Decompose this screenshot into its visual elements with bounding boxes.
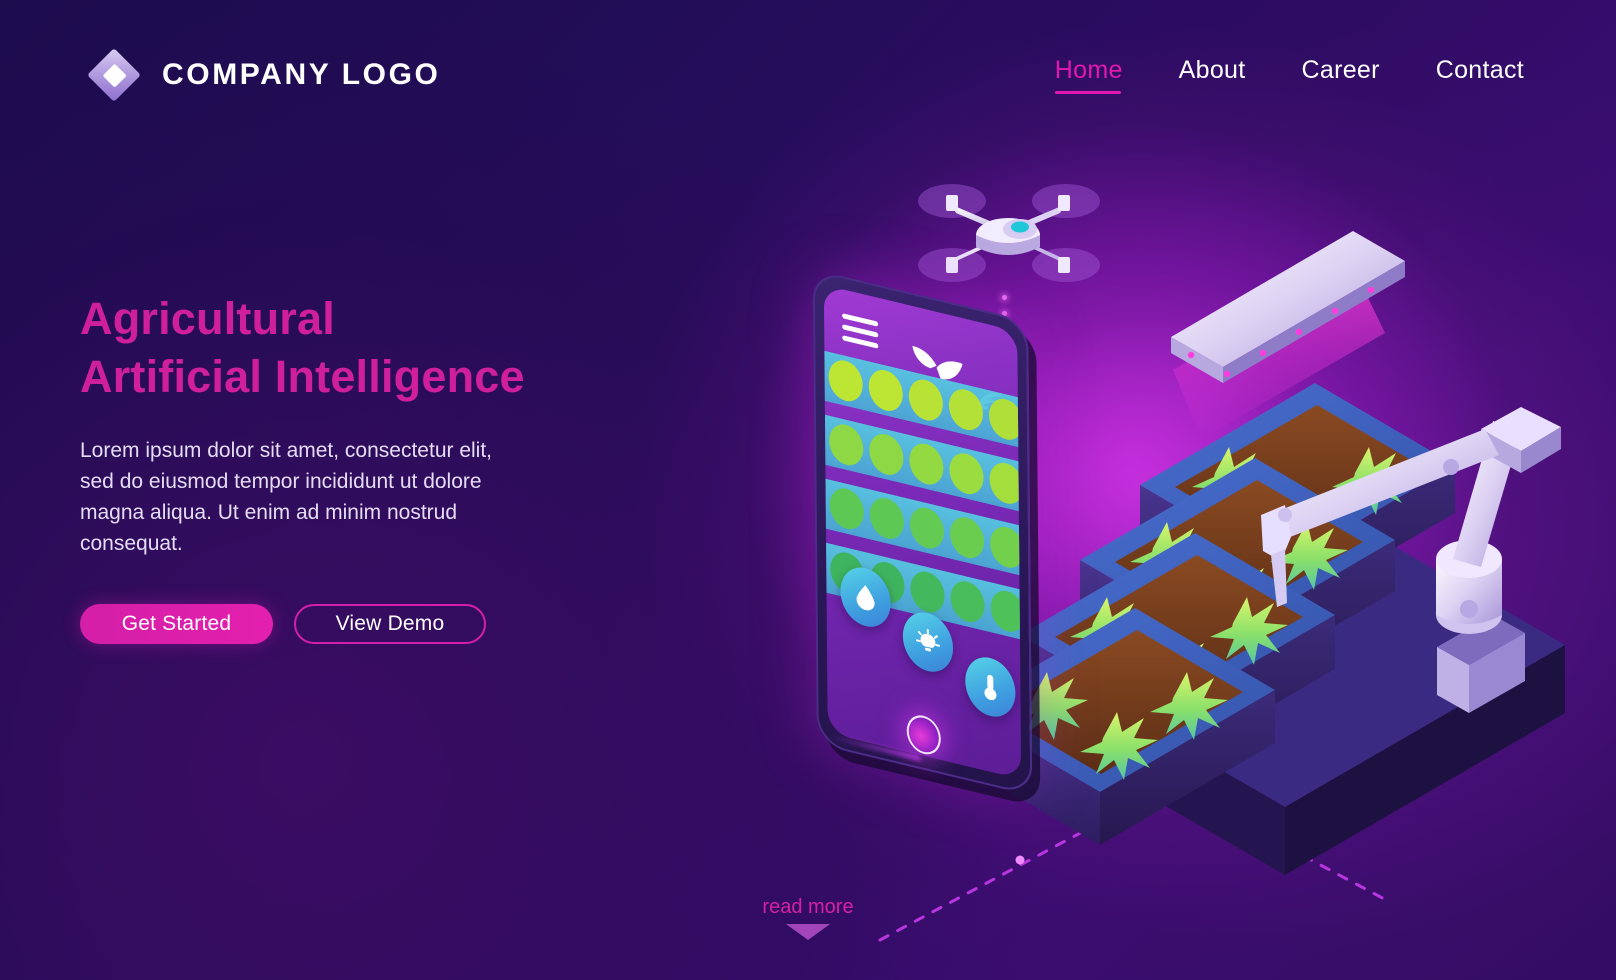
hero-section: Agricultural Artificial Intelligence Lor… xyxy=(80,290,700,644)
nav-item-home[interactable]: Home xyxy=(1054,56,1123,94)
water-drop-icon xyxy=(856,585,875,611)
nav-item-about[interactable]: About xyxy=(1179,56,1246,94)
page-title-line2: Artificial Intelligence xyxy=(80,350,525,402)
smartphone-mockup xyxy=(812,269,1033,796)
chevron-down-icon xyxy=(786,924,830,940)
water-control-button[interactable] xyxy=(840,562,891,633)
brand-logo[interactable]: COMPANY LOGO xyxy=(87,48,441,102)
light-control-button[interactable] xyxy=(902,607,954,678)
nav-item-contact[interactable]: Contact xyxy=(1436,56,1524,94)
page-background: COMPANY LOGO Home About Career Contact A… xyxy=(0,0,1616,980)
temperature-control-button[interactable] xyxy=(965,651,1016,723)
page-title-line1: Agricultural xyxy=(80,293,335,344)
vertical-farm-illustration xyxy=(985,231,1565,875)
page-title: Agricultural Artificial Intelligence xyxy=(80,290,700,405)
view-demo-button[interactable]: View Demo xyxy=(294,603,486,644)
read-more-label: read more xyxy=(762,896,854,918)
diamond-logo-icon xyxy=(87,48,141,102)
brand-name: COMPANY LOGO xyxy=(162,58,441,91)
hero-actions: Get Started View Demo xyxy=(80,603,700,644)
get-started-button[interactable]: Get Started xyxy=(80,603,273,644)
read-more-link[interactable]: read more xyxy=(0,896,1616,940)
thermometer-icon xyxy=(984,674,997,701)
quadcopter-drone-icon xyxy=(918,184,1100,282)
hero-illustration xyxy=(790,130,1580,942)
hamburger-menu-icon[interactable] xyxy=(842,313,879,355)
site-header: COMPANY LOGO Home About Career Contact xyxy=(0,0,1616,150)
light-bulb-icon xyxy=(915,629,940,652)
main-navigation: Home About Career Contact xyxy=(1054,56,1524,94)
phone-screen xyxy=(823,284,1022,780)
hero-description: Lorem ipsum dolor sit amet, consectetur … xyxy=(80,439,493,556)
nav-item-career[interactable]: Career xyxy=(1302,56,1380,94)
